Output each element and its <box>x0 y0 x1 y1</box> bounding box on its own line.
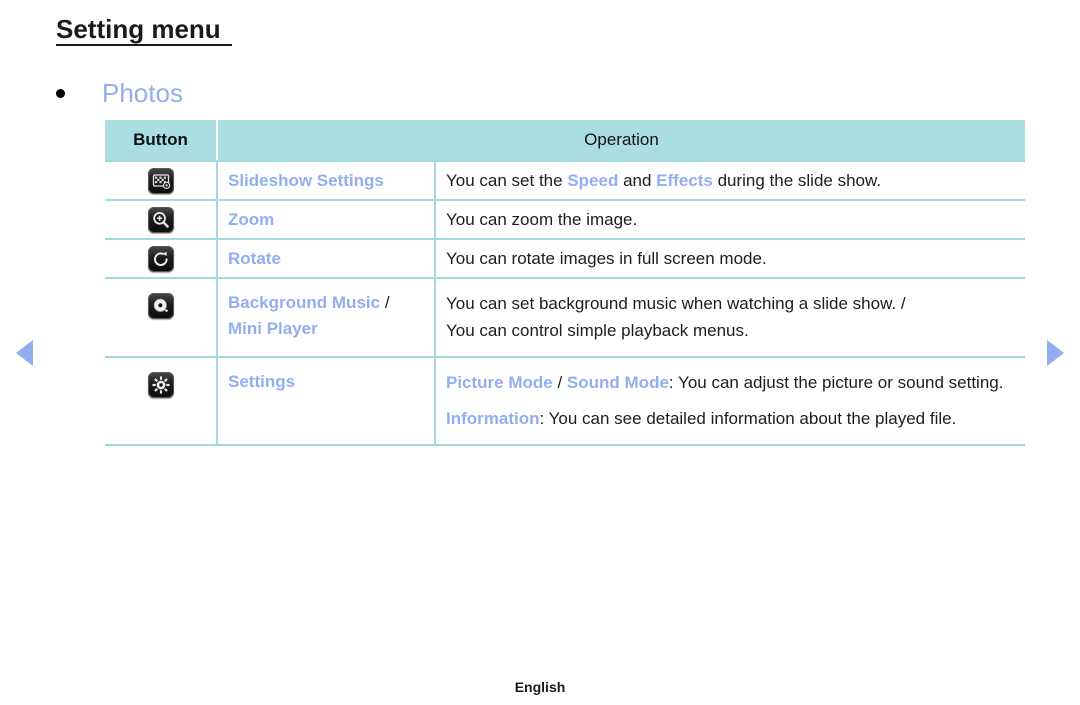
op-line-2: You can control simple playback menus. <box>446 321 749 340</box>
op-line-1: You can set background music when watchi… <box>446 294 906 313</box>
title-underline <box>56 44 232 46</box>
row-operation-cell: Picture Mode / Sound Mode: You can adjus… <box>435 357 1026 446</box>
op-highlight-information: Information <box>446 409 540 428</box>
op-text: You can zoom the image. <box>446 210 638 229</box>
table-row: Slideshow Settings You can set the Speed… <box>105 161 1026 201</box>
section-title: Photos <box>102 78 183 108</box>
op-text: during the slide show. <box>712 171 882 190</box>
row-label-cell: Settings <box>217 357 436 446</box>
photos-button-operation-table: Button Operation Slideshow Settings You … <box>105 120 1026 446</box>
op-text: : You can adjust the picture or sound se… <box>668 373 1004 392</box>
background-music-disc-icon[interactable] <box>147 293 174 319</box>
op-highlight-picture-mode: Picture Mode <box>446 373 553 392</box>
row-label-cell: Rotate <box>217 239 436 279</box>
op-paragraph-1: Picture Mode / Sound Mode: You can adjus… <box>446 369 1015 396</box>
table-row: Zoom You can zoom the image. <box>105 200 1026 240</box>
label-background-music: Background Music <box>228 293 381 312</box>
manual-page: Setting menu Photos Button Operation Sli… <box>0 0 1080 705</box>
row-operation-cell: You can zoom the image. <box>435 200 1026 240</box>
op-text: You can rotate images in full screen mod… <box>446 249 767 268</box>
footer-language-label: English <box>514 679 566 695</box>
column-header-button: Button <box>105 120 218 162</box>
op-highlight-effects: Effects <box>656 171 713 190</box>
op-highlight-speed: Speed <box>567 171 619 190</box>
settings-gear-icon[interactable] <box>147 372 174 398</box>
rotate-clockwise-icon[interactable] <box>147 245 174 272</box>
triangle-left-icon[interactable] <box>16 340 33 366</box>
table-row: Settings Picture Mode / Sound Mode: You … <box>105 357 1026 446</box>
row-operation-cell: You can set background music when watchi… <box>435 278 1026 358</box>
op-text: You can set the <box>446 171 568 190</box>
row-label-line1: Background Music / <box>228 290 426 316</box>
row-icon-cell <box>105 357 218 446</box>
row-icon-cell <box>105 239 218 279</box>
op-highlight-sound-mode: Sound Mode <box>566 373 669 392</box>
row-label-cell: Background Music / Mini Player <box>217 278 436 358</box>
row-operation-cell: You can rotate images in full screen mod… <box>435 239 1026 279</box>
table-row: Background Music / Mini Player You can s… <box>105 278 1026 358</box>
bullet-dot-icon <box>56 88 65 98</box>
row-label-cell: Zoom <box>217 200 436 240</box>
row-icon-cell <box>105 161 218 201</box>
row-operation-cell: You can set the Speed and Effects during… <box>435 161 1026 201</box>
label-mini-player: Mini Player <box>228 319 318 338</box>
op-text: / <box>552 373 567 392</box>
slideshow-settings-icon[interactable] <box>147 167 174 194</box>
zoom-magnifier-icon[interactable] <box>147 206 174 233</box>
table-header-row: Button Operation <box>105 120 1026 162</box>
row-icon-cell <box>105 278 218 358</box>
table-row: Rotate You can rotate images in full scr… <box>105 239 1026 279</box>
triangle-right-icon[interactable] <box>1047 340 1064 366</box>
op-paragraph-2: Information: You can see detailed inform… <box>446 405 1015 432</box>
row-icon-cell <box>105 200 218 240</box>
page-title: Setting menu <box>56 14 221 44</box>
op-text: : You can see detailed information about… <box>539 409 957 428</box>
column-header-operation: Operation <box>217 120 1026 162</box>
row-label-cell: Slideshow Settings <box>217 161 436 201</box>
op-text: and <box>618 171 657 190</box>
section-heading: Photos <box>56 78 183 108</box>
label-separator: / <box>380 293 390 312</box>
